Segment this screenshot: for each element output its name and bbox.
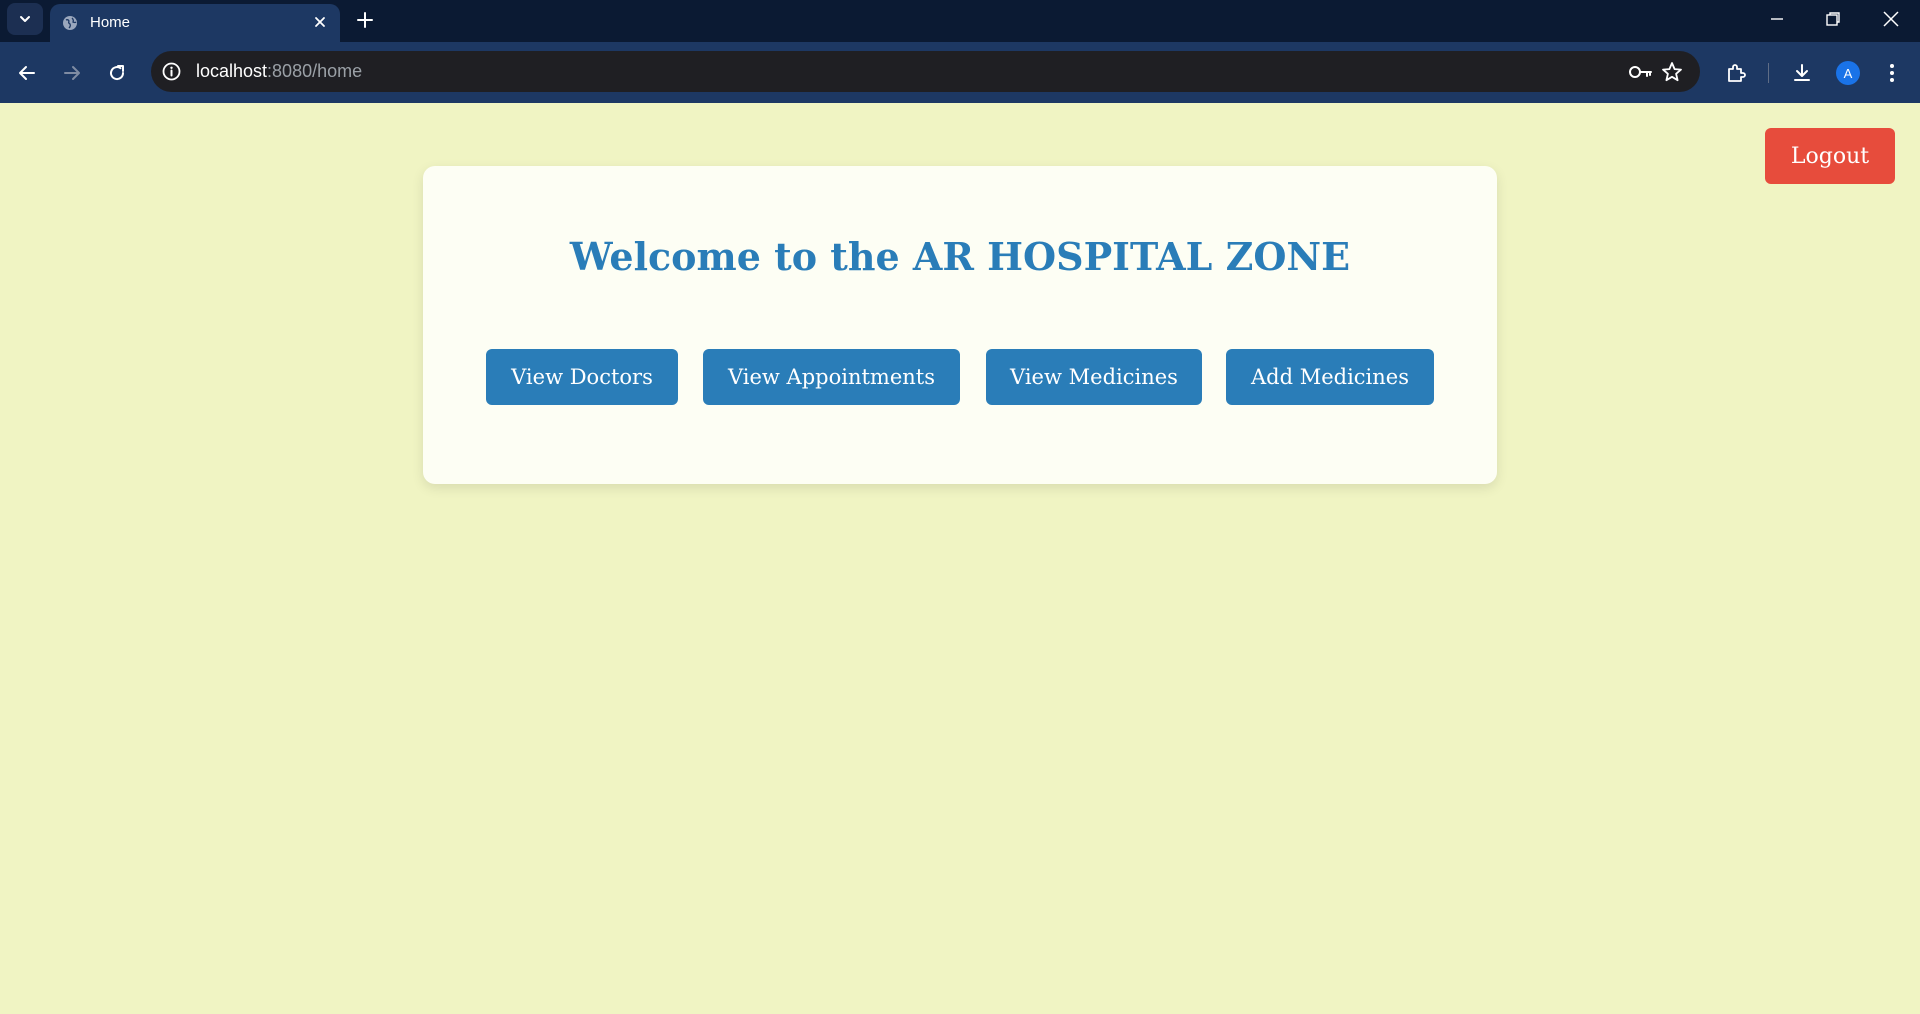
url-host: localhost [196, 61, 268, 81]
url-path: :8080/home [267, 61, 363, 81]
add-medicines-button[interactable]: Add Medicines [1226, 349, 1434, 405]
profile-avatar[interactable]: A [1836, 61, 1860, 85]
logout-button[interactable]: Logout [1765, 128, 1895, 184]
url-text: localhost:8080/home [196, 61, 362, 82]
address-bar[interactable]: localhost:8080/home [151, 51, 1700, 92]
browser-tab-strip: Home [0, 0, 1920, 42]
close-window-icon[interactable] [1880, 8, 1902, 30]
key-icon[interactable] [1628, 60, 1654, 84]
globe-icon [63, 16, 77, 30]
tab-title: Home [90, 14, 131, 31]
close-tab-icon[interactable] [312, 14, 328, 30]
more-menu-icon[interactable] [1880, 61, 1904, 85]
download-icon[interactable] [1790, 61, 1814, 85]
tab-search-button[interactable] [7, 3, 43, 35]
chevron-down-icon [20, 16, 30, 22]
welcome-card: Welcome to the AR HOSPITAL ZONE View Doc… [423, 166, 1497, 484]
bookmark-star-icon[interactable] [1660, 60, 1684, 84]
back-arrow-icon[interactable] [15, 61, 39, 85]
reload-icon[interactable] [105, 61, 129, 85]
page-title: Welcome to the AR HOSPITAL ZONE [569, 234, 1351, 279]
restore-window-icon[interactable] [1822, 8, 1844, 30]
minimize-window-icon[interactable] [1766, 8, 1788, 30]
site-info-icon[interactable] [161, 61, 182, 82]
new-tab-icon[interactable] [354, 9, 376, 31]
view-appointments-button[interactable]: View Appointments [703, 349, 960, 405]
toolbar-divider [1768, 63, 1769, 83]
browser-tab-home[interactable]: Home [50, 4, 340, 42]
forward-arrow-icon[interactable] [60, 61, 84, 85]
browser-toolbar: localhost:8080/home A [0, 42, 1920, 103]
view-medicines-button[interactable]: View Medicines [986, 349, 1202, 405]
view-doctors-button[interactable]: View Doctors [486, 349, 678, 405]
action-buttons: View Doctors View Appointments View Medi… [486, 349, 1434, 405]
extensions-puzzle-icon[interactable] [1724, 61, 1748, 85]
